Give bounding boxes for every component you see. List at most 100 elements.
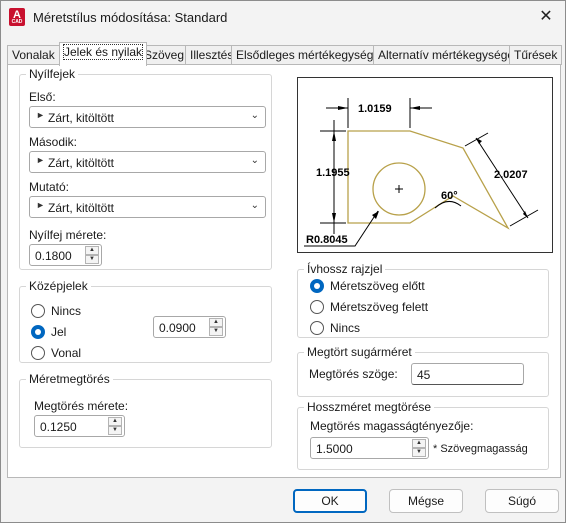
tab-panel: Nyílfejek Első: ► Zárt, kitöltött ⌄ Máso… — [7, 64, 561, 478]
cancel-button-label: Mégse — [407, 494, 445, 508]
jog-angle-input[interactable]: 45 — [411, 363, 524, 385]
spin-down-icon[interactable]: ▼ — [209, 327, 223, 336]
jog-height-factor-spinner: ▲ ▼ — [412, 439, 426, 457]
center-mark-size-spinner: ▲ ▼ — [209, 318, 223, 336]
radio-circle — [31, 304, 45, 318]
linear-jog-group-title: Hosszméret megtörése — [304, 400, 435, 414]
linear-jog-group: Hosszméret megtörése Megtörés magasságté… — [297, 400, 549, 470]
tab-label: Elsődleges mértékegységek — [236, 48, 387, 62]
arc-symbol-before-text-radio[interactable]: Méretszöveg előtt — [310, 278, 510, 294]
preview-shape — [347, 130, 510, 230]
tab-label: Illesztés — [190, 48, 234, 62]
center-mark-none-radio[interactable]: Nincs — [31, 303, 111, 319]
radio-circle — [31, 346, 45, 360]
leader-arrowhead-select[interactable]: ► Zárt, kitöltött ⌄ — [29, 196, 266, 218]
jog-height-factor-value: 1.5000 — [316, 442, 353, 456]
tab-tolerances[interactable]: Tűrések — [509, 45, 563, 65]
center-mark-size-input[interactable]: 0.0900 ▲ ▼ — [153, 316, 226, 338]
help-button[interactable]: Súgó — [485, 489, 559, 513]
radio-circle — [310, 279, 324, 293]
tab-label: Jelek és nyilak — [62, 44, 144, 60]
center-marks-group-title: Középjelek — [26, 279, 91, 293]
arrowheads-group: Nyílfejek Első: ► Zárt, kitöltött ⌄ Máso… — [19, 67, 272, 270]
close-button[interactable]: ✕ — [533, 5, 559, 29]
second-arrowhead-select[interactable]: ► Zárt, kitöltött ⌄ — [29, 151, 266, 173]
spin-up-icon[interactable]: ▲ — [85, 246, 99, 255]
radio-circle — [310, 300, 324, 314]
spin-down-icon[interactable]: ▼ — [412, 448, 426, 457]
arrow-size-input[interactable]: 0.1800 ▲ ▼ — [29, 244, 102, 266]
center-marks-group: Középjelek Nincs Jel Vonal 0.0900 ▲ ▼ — [19, 279, 272, 363]
preview-pane: 1.0159 1.1955 2.0207 60° R0.8045 — [297, 77, 553, 253]
arrowheads-group-title: Nyílfejek — [26, 67, 79, 81]
arrow-size-value: 0.1800 — [35, 249, 72, 263]
dimension-break-group-title: Méretmegtörés — [26, 372, 113, 386]
jog-height-factor-input[interactable]: 1.5000 ▲ ▼ — [310, 437, 429, 459]
preview-dim-top: 1.0159 — [358, 103, 392, 115]
arc-symbol-none-label: Nincs — [330, 321, 361, 335]
arc-symbol-above-text-label: Méretszöveg felett — [330, 300, 429, 314]
tab-label: Vonalak — [12, 48, 55, 62]
arrow-size-spinner: ▲ ▼ — [85, 246, 99, 264]
tab-label: Alternatív mértékegységek — [378, 48, 521, 62]
arrow-size-label: Nyílfej mérete: — [29, 228, 107, 242]
center-mark-icon — [395, 185, 403, 193]
app-icon-sub: CAD — [11, 19, 23, 25]
jog-height-factor-label: Megtörés magasságtényezője: — [310, 419, 474, 433]
arc-symbol-above-text-radio[interactable]: Méretszöveg felett — [310, 299, 510, 315]
radius-jog-group-title: Megtört sugárméret — [304, 345, 415, 359]
leader-arrowhead-value: Zárt, kitöltött — [48, 201, 115, 215]
tab-primary-units[interactable]: Elsődleges mértékegységek — [231, 45, 392, 65]
leader-arrowhead-label: Mutató: — [29, 180, 70, 194]
ok-button[interactable]: OK — [293, 489, 367, 513]
arrowhead-preview-icon: ► — [36, 200, 45, 210]
spin-down-icon[interactable]: ▼ — [85, 255, 99, 264]
spin-up-icon[interactable]: ▲ — [412, 439, 426, 448]
tab-label: Szöveg — [144, 48, 185, 62]
jog-angle-label: Megtörés szöge: — [309, 367, 398, 381]
preview-dim-left: 1.1955 — [316, 167, 350, 179]
break-size-input[interactable]: 0.1250 ▲ ▼ — [34, 415, 125, 437]
center-mark-mark-radio[interactable]: Jel — [31, 324, 111, 340]
text-height-suffix: * Szövegmagasság — [433, 443, 528, 455]
center-mark-line-label: Vonal — [51, 346, 82, 360]
tab-alternate-units[interactable]: Alternatív mértékegységek — [373, 45, 526, 65]
break-size-label: Megtörés mérete: — [34, 399, 129, 413]
preview-radius: R0.8045 — [306, 234, 348, 246]
title-bar: A CAD Méretstílus módosítása: Standard ✕ — [1, 1, 565, 35]
arrowhead-preview-icon: ► — [36, 110, 45, 120]
radio-circle — [310, 321, 324, 335]
arrowhead-preview-icon: ► — [36, 155, 45, 165]
first-arrowhead-value: Zárt, kitöltött — [48, 111, 115, 125]
center-mark-size-value: 0.0900 — [159, 321, 196, 335]
arc-length-symbol-group-title: Ívhossz rajzjel — [304, 262, 386, 276]
spin-down-icon[interactable]: ▼ — [108, 426, 122, 435]
dialog-window: A CAD Méretstílus módosítása: Standard ✕… — [0, 0, 566, 523]
radius-jog-group: Megtört sugárméret Megtörés szöge: 45 — [297, 345, 549, 397]
spin-up-icon[interactable]: ▲ — [108, 417, 122, 426]
spin-up-icon[interactable]: ▲ — [209, 318, 223, 327]
chevron-down-icon: ⌄ — [250, 110, 259, 121]
dialog-title: Méretstílus módosítása: Standard — [33, 10, 228, 25]
cancel-button[interactable]: Mégse — [389, 489, 463, 513]
arc-symbol-none-radio[interactable]: Nincs — [310, 320, 510, 336]
first-arrowhead-select[interactable]: ► Zárt, kitöltött ⌄ — [29, 106, 266, 128]
center-mark-none-label: Nincs — [51, 304, 82, 318]
dimension-break-group: Méretmegtörés Megtörés mérete: 0.1250 ▲ … — [19, 372, 272, 448]
center-mark-mark-label: Jel — [51, 325, 67, 339]
radio-circle — [31, 325, 45, 339]
tab-lines[interactable]: Vonalak — [7, 45, 60, 65]
preview-dim-diagonal: 2.0207 — [494, 169, 528, 181]
jog-angle-value: 45 — [417, 368, 431, 382]
second-arrowhead-label: Második: — [29, 135, 78, 149]
second-arrowhead-value: Zárt, kitöltött — [48, 156, 115, 170]
autocad-app-icon: A CAD — [9, 8, 25, 26]
close-icon: ✕ — [539, 8, 553, 25]
tab-label: Tűrések — [514, 48, 558, 62]
first-arrowhead-label: Első: — [29, 90, 56, 104]
arc-symbol-before-text-label: Méretszöveg előtt — [330, 279, 425, 293]
tab-symbols-and-arrows[interactable]: Jelek és nyilak — [59, 42, 148, 66]
break-size-spinner: ▲ ▼ — [108, 417, 122, 435]
ok-button-label: OK — [321, 494, 339, 508]
center-mark-line-radio[interactable]: Vonal — [31, 345, 111, 361]
